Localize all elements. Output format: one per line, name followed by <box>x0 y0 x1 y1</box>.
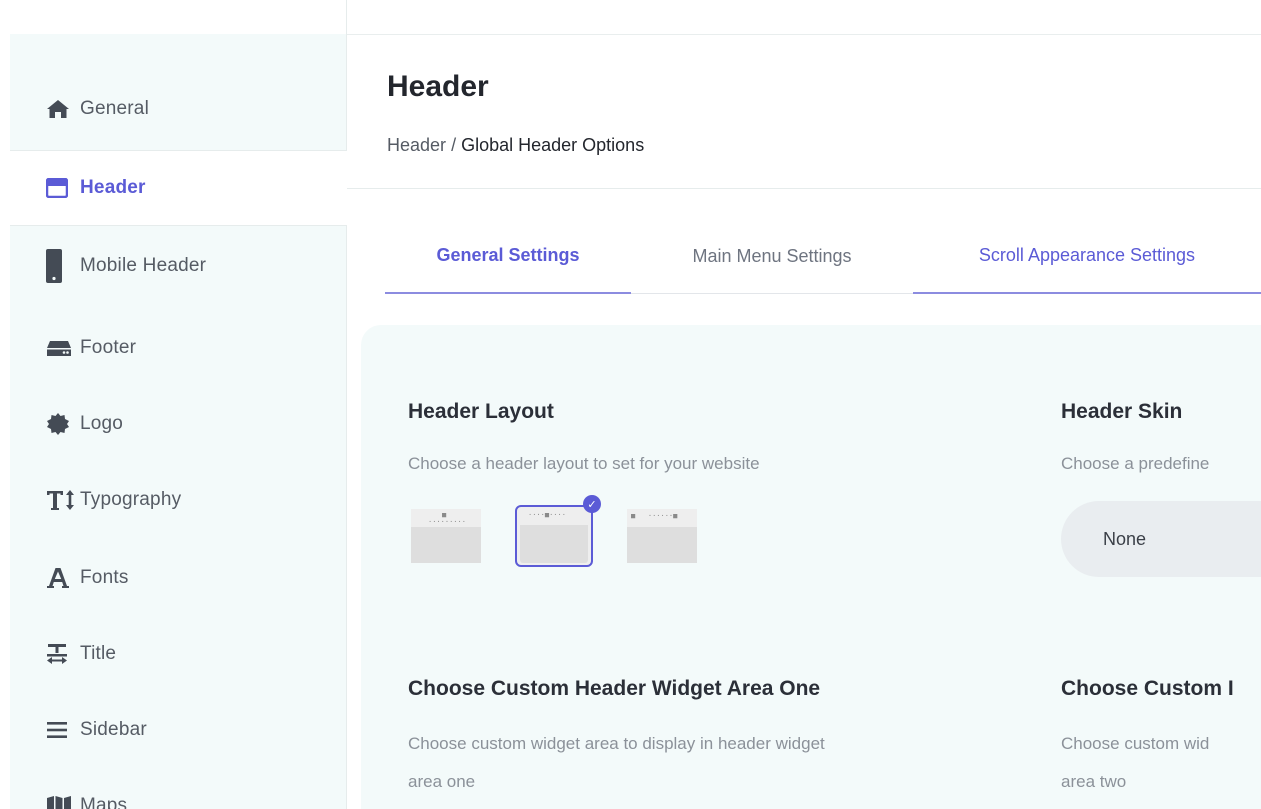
sidebar-item-general[interactable]: General <box>10 71 347 147</box>
header-skin-select[interactable]: None <box>1061 501 1261 577</box>
tab-main-menu-settings[interactable]: Main Menu Settings <box>631 218 913 294</box>
sidebar-item-header[interactable]: Header <box>10 150 347 226</box>
sidebar-item-label: General <box>80 98 149 119</box>
footer-drive-icon <box>46 336 80 360</box>
check-icon: ✓ <box>583 495 601 513</box>
main-content: Header Header / Global Header Options Ge… <box>347 0 1261 809</box>
widget-area-two-description-line2: area two <box>1061 772 1127 791</box>
breadcrumb: Header / Global Header Options <box>387 135 644 156</box>
hamburger-lines-icon <box>46 718 80 742</box>
breadcrumb-parent[interactable]: Header <box>387 135 446 155</box>
sidebar-item-footer[interactable]: Footer <box>10 310 347 386</box>
widget-area-one-description-line1: Choose custom widget area to display in … <box>408 734 825 753</box>
sidebar-item-label: Typography <box>80 489 182 510</box>
widget-area-two-description-line1: Choose custom wid <box>1061 734 1210 753</box>
home-icon <box>46 97 80 121</box>
header-divider <box>347 188 1261 189</box>
header-skin-title: Header Skin <box>1061 400 1183 423</box>
settings-sidebar: General Header Mobile Header Footer Logo… <box>10 34 347 809</box>
sidebar-item-label: Footer <box>80 337 137 358</box>
header-layout-option-3[interactable]: ■ ······■ <box>627 505 703 565</box>
sidebar-item-label: Title <box>80 643 117 664</box>
sidebar-item-label: Maps <box>80 795 128 809</box>
sidebar-item-label: Header <box>80 177 146 198</box>
widget-area-one-title: Choose Custom Header Widget Area One <box>408 677 821 700</box>
sidebar-item-fonts[interactable]: Fonts <box>10 540 347 616</box>
sidebar-item-label: Fonts <box>80 567 129 588</box>
breadcrumb-current: Global Header Options <box>461 135 645 155</box>
header-window-icon <box>46 176 80 200</box>
map-icon <box>46 794 80 809</box>
breadcrumb-separator: / <box>451 135 457 155</box>
font-letter-icon <box>46 566 80 590</box>
header-layout-option-2[interactable]: ····■···· ✓ <box>515 495 601 567</box>
sidebar-item-logo[interactable]: Logo <box>10 386 347 462</box>
sidebar-item-typography[interactable]: Typography <box>10 462 347 538</box>
text-align-title-icon <box>46 642 80 666</box>
sidebar-item-label: Mobile Header <box>80 255 207 276</box>
sidebar-item-mobile-header[interactable]: Mobile Header <box>10 228 347 304</box>
header-skin-description: Choose a predefine <box>1061 454 1210 473</box>
settings-panel: Header Layout Choose a header layout to … <box>361 325 1261 809</box>
header-layout-description: Choose a header layout to set for your w… <box>408 454 760 473</box>
sidebar-item-title[interactable]: Title <box>10 616 347 692</box>
sidebar-item-maps[interactable]: Maps <box>10 768 347 809</box>
header-layout-option-1[interactable]: ■ ········· <box>411 505 487 565</box>
tab-scroll-appearance-settings[interactable]: Scroll Appearance Settings <box>913 218 1261 294</box>
mobile-phone-icon <box>46 249 80 283</box>
tab-general-settings[interactable]: General Settings <box>385 218 631 294</box>
sidebar-item-label: Sidebar <box>80 719 147 740</box>
widget-area-two-title: Choose Custom I <box>1061 677 1234 700</box>
badge-seal-icon <box>46 412 80 436</box>
widget-area-one-description-line2: area one <box>408 772 476 791</box>
sidebar-item-label: Logo <box>80 413 124 434</box>
header-layout-title: Header Layout <box>408 400 554 423</box>
page-title: Header <box>387 70 489 103</box>
settings-tabs: General Settings Main Menu Settings Scro… <box>385 218 1261 296</box>
main-top-divider <box>347 34 1261 35</box>
sidebar-item-sidebar[interactable]: Sidebar <box>10 692 347 768</box>
text-height-icon <box>46 488 80 512</box>
